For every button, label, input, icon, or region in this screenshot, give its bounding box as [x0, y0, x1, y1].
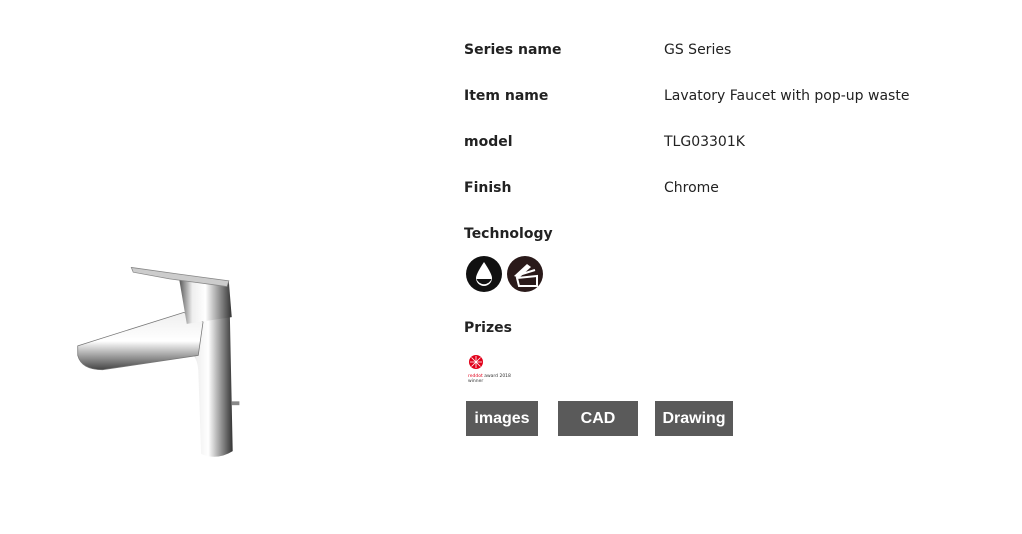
model-value: TLG03301K	[664, 134, 745, 150]
pop-up-waste-icon	[507, 256, 543, 292]
cad-button[interactable]: CAD	[558, 401, 638, 436]
item-name-value: Lavatory Faucet with pop-up waste	[664, 88, 910, 104]
item-name-label: Item name	[464, 88, 549, 104]
finish-value: Chrome	[664, 180, 719, 196]
drawing-button[interactable]: Drawing	[655, 401, 733, 436]
reddot-icon	[469, 355, 483, 369]
images-button[interactable]: images	[466, 401, 538, 436]
technology-label: Technology	[464, 226, 553, 242]
reddot-award-logo: reddot award 2018 winner	[468, 354, 518, 390]
finish-label: Finish	[464, 180, 512, 196]
product-image-faucet	[77, 266, 240, 457]
water-drop-icon	[466, 256, 502, 292]
prizes-label: Prizes	[464, 320, 512, 336]
series-name-value: GS Series	[664, 42, 732, 58]
series-name-label: Series name	[464, 42, 562, 58]
model-label: model	[464, 134, 513, 150]
